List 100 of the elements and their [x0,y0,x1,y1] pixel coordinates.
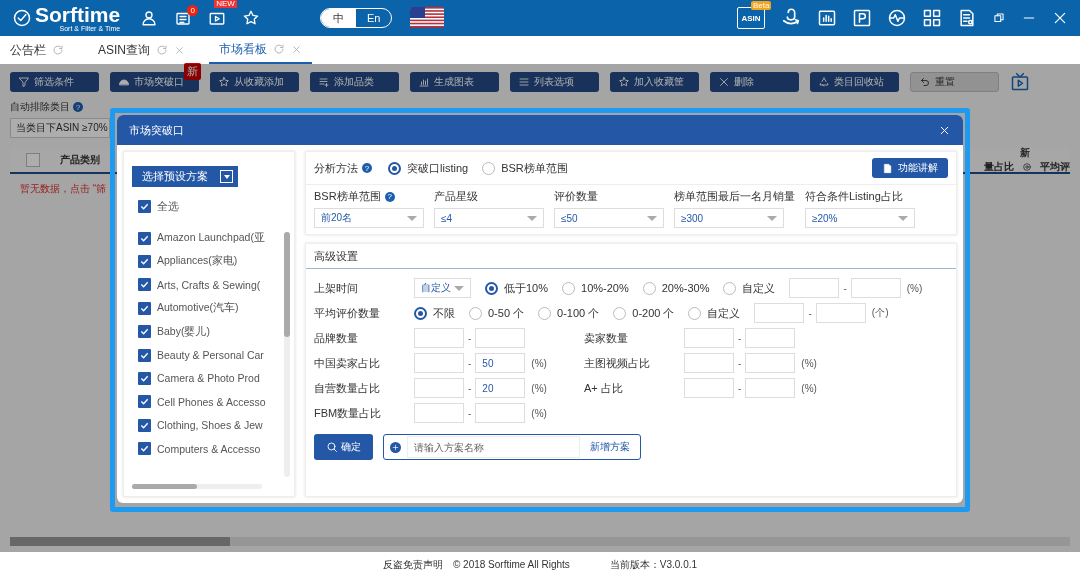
radio-option[interactable]: 不限 [414,305,455,321]
category-checkbox[interactable]: Beauty & Personal Car [138,343,264,367]
radio-option[interactable]: 突破口listing [388,160,469,176]
close-icon[interactable] [718,76,730,88]
star-icon[interactable] [218,76,230,88]
radio-circle[interactable] [482,161,496,175]
logo-check-icon[interactable] [12,8,32,28]
radio-option[interactable]: 自定义 [723,280,776,296]
min-field[interactable] [684,328,734,348]
tab[interactable]: ASIN查询 [88,36,195,64]
max-field[interactable] [475,328,526,348]
restore-icon[interactable] [992,11,1006,25]
document-icon[interactable] [882,162,893,174]
radio-circle[interactable] [388,161,401,175]
radio-circle[interactable] [613,306,627,320]
radio-circle[interactable] [688,306,702,320]
radio-option[interactable]: 0-200 个 [613,305,675,321]
menu-icon[interactable] [518,76,530,88]
category-checkbox[interactable]: Arts, Crafts & Sewing( [138,273,261,297]
parking-icon[interactable] [852,8,872,28]
radio-option[interactable]: 0-50 个 [469,305,525,321]
help-button[interactable]: 功能讲解 [872,158,948,178]
category-checkbox[interactable]: Computers & Accesso [138,436,261,461]
min-field[interactable] [414,378,464,398]
radio-circle[interactable] [642,281,656,295]
filter-icon[interactable] [18,76,30,88]
horizontal-scrollbar[interactable] [132,484,262,489]
category-checkbox[interactable]: Amazon Launchpad(亚 [138,226,265,250]
category-checkbox[interactable]: Appliances(家电) [138,249,238,274]
category-checkbox[interactable]: Camera & Photo Prod [138,366,260,391]
radio-circle[interactable] [469,306,482,320]
max-field[interactable]: 50 [475,353,526,373]
tab[interactable]: 公告栏 [0,36,74,64]
radio-option[interactable]: 低于10% [485,280,549,296]
dropdown[interactable]: ≤50 [554,208,664,228]
category-checkbox[interactable]: 全选 [138,195,179,219]
min-field[interactable] [414,403,464,423]
max-field[interactable] [850,278,901,298]
toolbar-button[interactable]: 删除 [710,72,799,92]
dropdown[interactable]: ≥20% [805,208,915,228]
category-checkbox[interactable]: Baby(婴儿) [138,319,210,344]
radio-option[interactable]: 0-100 个 [538,305,600,321]
confirm-button[interactable]: 确定 [314,434,373,460]
max-field[interactable] [745,328,796,348]
min-field[interactable] [754,303,805,323]
add-scheme-button[interactable]: 新增方案 [586,440,634,454]
max-field[interactable] [815,303,866,323]
dropdown[interactable]: 自定义 [414,278,471,298]
toolbar-button[interactable]: 类目回收站 [810,72,899,92]
toolbar-button[interactable]: 重置 [910,72,999,92]
language-toggle[interactable]: 中 [321,9,357,27]
radio-circle[interactable] [538,306,552,320]
scheme-name-field[interactable]: 请输入方案名称 新增方案 [383,434,641,460]
toolbar-button[interactable]: 从收藏添加 [210,72,299,92]
refresh-icon[interactable] [52,44,64,56]
close-icon[interactable] [1052,10,1068,26]
min-field[interactable] [789,278,840,298]
grid-icon[interactable] [922,8,942,28]
radio-option[interactable]: 20%-30% [642,281,710,295]
add-list-icon[interactable] [318,76,330,88]
refresh-icon[interactable] [156,44,168,56]
min-field[interactable] [414,353,464,373]
max-field[interactable]: 20 [475,378,526,398]
star-icon[interactable] [618,76,630,88]
help-icon[interactable]: ? [73,102,83,112]
select-all-checkbox[interactable] [26,153,40,167]
min-field[interactable] [414,328,464,348]
help-icon[interactable]: ? [384,191,395,202]
exclude-field[interactable]: 当类目下ASIN ≥70% [10,118,110,138]
pulse-icon[interactable] [887,8,907,28]
toolbar-button[interactable]: 添加品类 [310,72,399,92]
toolbar-button[interactable]: 加入收藏筐 [610,72,699,92]
disclaimer-link[interactable]: 反盗免责声明 [382,557,443,572]
plus-icon[interactable] [391,442,400,452]
radio-option[interactable]: 10%-20% [562,281,629,295]
document-search-icon[interactable] [957,8,977,28]
vertical-scrollbar[interactable] [284,232,290,477]
undo-icon[interactable] [919,76,931,88]
max-field[interactable] [745,378,796,398]
min-field[interactable] [684,353,734,373]
dropdown[interactable]: ≥300 [674,208,784,228]
dropdown[interactable]: ≤4 [434,208,544,228]
radio-circle[interactable] [562,281,576,295]
preset-dropdown[interactable]: 选择预设方案 [132,166,238,187]
min-field[interactable] [684,378,734,398]
us-flag-icon[interactable] [410,7,445,29]
radio-option[interactable]: BSR榜单范围 [482,160,568,176]
category-checkbox[interactable]: Cell Phones & Accesso [138,390,266,414]
max-field[interactable] [745,353,796,373]
category-checkbox[interactable]: Automotive(汽车) [138,296,239,320]
recycle-icon[interactable] [818,76,830,88]
refresh-icon[interactable] [273,43,285,55]
bar-chart-icon[interactable] [418,76,430,88]
toolbar-button[interactable]: 生成图表 [410,72,499,92]
radio-circle[interactable] [414,306,427,320]
category-checkbox[interactable]: Clothing, Shoes & Jew [138,413,263,437]
radio-option[interactable]: 自定义 [688,305,741,321]
tv-icon[interactable] [1010,72,1030,92]
max-field[interactable] [475,403,526,423]
dropdown[interactable]: 前20名 [314,208,424,228]
